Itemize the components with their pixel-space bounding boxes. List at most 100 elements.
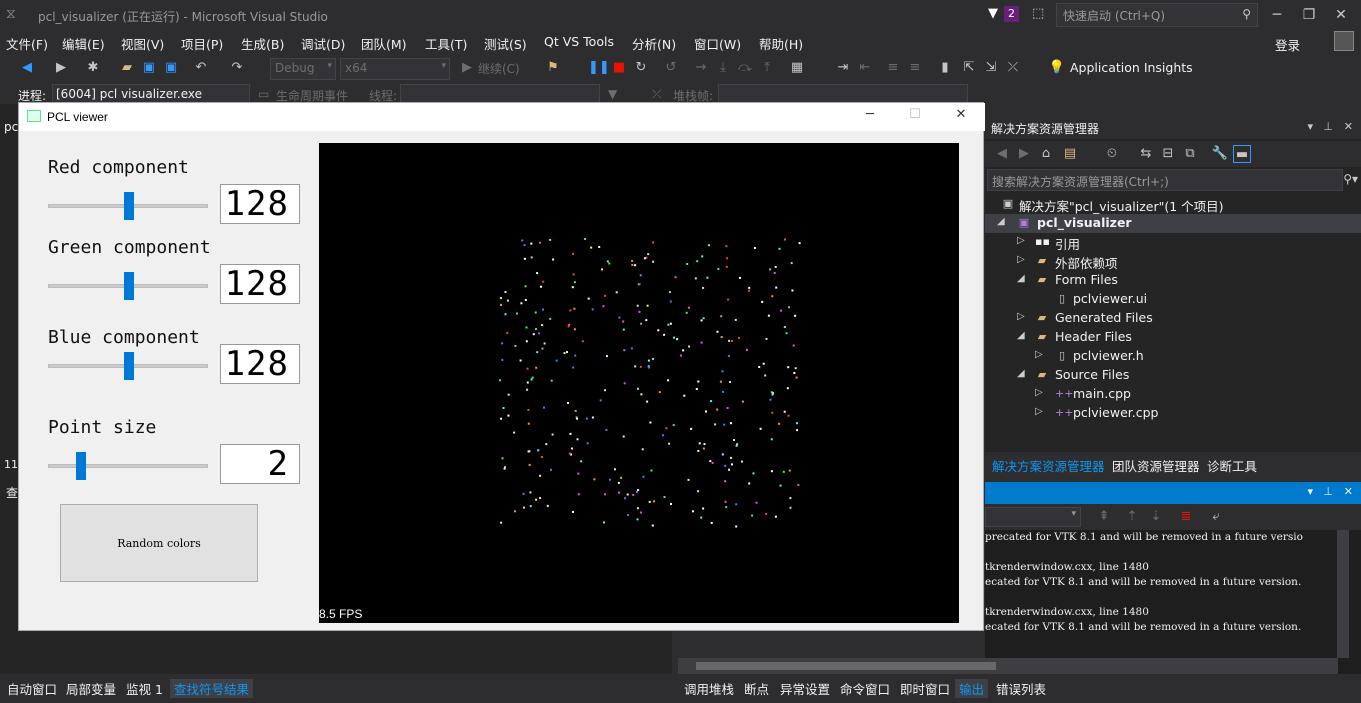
- close-button[interactable]: ✕: [946, 107, 976, 122]
- notification-badge[interactable]: 2: [1004, 6, 1019, 22]
- collapse-arrow-icon[interactable]: ◢: [1017, 368, 1025, 379]
- menu-debug[interactable]: 调试(D): [301, 34, 345, 53]
- tree-item-generated-files[interactable]: ▷ ▰ Generated Files: [985, 309, 1361, 328]
- clear-bookmarks-icon[interactable]: ⤫: [1004, 59, 1022, 77]
- green-slider[interactable]: [48, 272, 208, 300]
- menu-file[interactable]: 文件(F): [6, 34, 48, 53]
- menu-help[interactable]: 帮助(H): [759, 34, 803, 53]
- bookmark-icon[interactable]: ▮: [936, 59, 954, 77]
- step-over-icon[interactable]: ⤼: [736, 59, 754, 77]
- menu-project[interactable]: 项目(P): [181, 34, 223, 53]
- tab-locals[interactable]: 局部变量: [66, 679, 116, 698]
- expand-arrow-icon[interactable]: ▷: [1035, 349, 1043, 360]
- sync-icon[interactable]: ⇆: [1137, 145, 1155, 163]
- scrollbar-thumb[interactable]: [696, 662, 996, 670]
- dropdown-icon[interactable]: ▾: [1307, 120, 1313, 133]
- save-all-icon[interactable]: ▣: [162, 59, 180, 77]
- slider-handle[interactable]: [76, 452, 86, 480]
- minimize-button[interactable]: ─: [1262, 4, 1292, 26]
- hex-display-icon[interactable]: ▦: [788, 59, 806, 77]
- platform-select[interactable]: x64 ▾: [340, 58, 450, 80]
- tab-error-list[interactable]: 错误列表: [996, 679, 1046, 698]
- minimize-button[interactable]: ─: [855, 107, 885, 122]
- tree-item-header-files[interactable]: ◢ ▰ Header Files: [985, 328, 1361, 347]
- expand-arrow-icon[interactable]: ▷: [1017, 254, 1025, 265]
- menu-edit[interactable]: 编辑(E): [62, 34, 105, 53]
- menu-tools[interactable]: 工具(T): [425, 34, 467, 53]
- tab-command-window[interactable]: 命令窗口: [840, 679, 890, 698]
- close-button[interactable]: ✕: [1326, 4, 1356, 26]
- slider-handle[interactable]: [124, 192, 134, 220]
- quick-launch-input[interactable]: 快速启动 (Ctrl+Q) ⚲: [1056, 3, 1258, 27]
- red-slider[interactable]: [48, 192, 208, 220]
- tab-autos[interactable]: 自动窗口: [7, 679, 57, 698]
- tree-item-main-cpp[interactable]: ▷ ++ main.cpp: [985, 385, 1361, 404]
- random-colors-button[interactable]: Random colors: [60, 504, 258, 582]
- output-source-select[interactable]: ▾: [985, 507, 1081, 527]
- filter-icon[interactable]: ▼: [988, 6, 998, 21]
- process-select[interactable]: [6004] pcl visualizer.exe: [52, 84, 250, 104]
- config-select[interactable]: Debug ▾: [270, 58, 336, 80]
- restart-icon[interactable]: ↻: [632, 59, 650, 77]
- close-icon[interactable]: ✕: [1344, 485, 1353, 498]
- back-icon[interactable]: ◀: [18, 59, 36, 77]
- new-project-icon[interactable]: ✱: [84, 59, 102, 77]
- thread-select[interactable]: [400, 84, 600, 104]
- avatar[interactable]: [1334, 31, 1354, 51]
- filter-threads-icon[interactable]: ▼: [608, 87, 617, 101]
- blue-slider[interactable]: [48, 352, 208, 380]
- app-insights-button[interactable]: Application Insights: [1070, 60, 1193, 75]
- tab-solution-explorer[interactable]: 解决方案资源管理器: [992, 456, 1105, 475]
- menu-test[interactable]: 测试(S): [484, 34, 527, 53]
- tree-item-references[interactable]: ▷ ▪▪ 引用: [985, 233, 1361, 252]
- tab-watch-1[interactable]: 监视 1: [126, 679, 163, 698]
- find-message-icon[interactable]: ⇞: [1095, 508, 1113, 526]
- properties-icon[interactable]: 🔧: [1211, 145, 1229, 163]
- prev-bookmark-icon[interactable]: ⇱: [960, 59, 978, 77]
- comment-icon[interactable]: ≡: [884, 59, 902, 77]
- menu-qt-vs-tools[interactable]: Qt VS Tools: [544, 34, 614, 49]
- redo-icon[interactable]: ↷: [228, 59, 246, 77]
- menu-team[interactable]: 团队(M): [361, 34, 407, 53]
- next-message-icon[interactable]: ⇣: [1147, 508, 1165, 526]
- tree-item-form-files[interactable]: ◢ ▰ Form Files: [985, 271, 1361, 290]
- stop-icon[interactable]: ■: [610, 59, 628, 77]
- output-horizontal-scrollbar[interactable]: [678, 658, 1338, 674]
- tab-exception-settings[interactable]: 异常设置: [780, 679, 830, 698]
- outdent-icon[interactable]: ⇤: [856, 59, 874, 77]
- close-icon[interactable]: ✕: [1344, 120, 1353, 133]
- tree-item-pclviewer-cpp[interactable]: ▷ ++ pclviewer.cpp: [985, 404, 1361, 423]
- tree-item-source-files[interactable]: ◢ ▰ Source Files: [985, 366, 1361, 385]
- feedback-icon[interactable]: ⬚: [1032, 6, 1044, 21]
- step-into-icon[interactable]: ⤓: [714, 59, 732, 77]
- collapse-all-icon[interactable]: ⊟: [1159, 145, 1177, 163]
- tree-item-pclviewer-h[interactable]: ▷ ▯ pclviewer.h: [985, 347, 1361, 366]
- tab-breakpoints[interactable]: 断点: [744, 679, 769, 698]
- stack-frame-select[interactable]: [718, 84, 968, 104]
- uncomment-icon[interactable]: ≡: [906, 59, 924, 77]
- tree-item-external-deps[interactable]: ▷ ▰ 外部依赖项: [985, 252, 1361, 271]
- output-vertical-scrollbar[interactable]: [1337, 530, 1349, 658]
- tab-diagnostic-tools[interactable]: 诊断工具: [1207, 456, 1257, 475]
- point-cloud-canvas[interactable]: [319, 143, 959, 623]
- point-cloud-viewer[interactable]: [319, 143, 959, 623]
- forward-icon[interactable]: ▶: [52, 59, 70, 77]
- preview-icon[interactable]: ▬: [1233, 145, 1251, 163]
- continue-icon[interactable]: ▶: [458, 59, 476, 77]
- prev-message-icon[interactable]: ⇡: [1123, 508, 1141, 526]
- expand-arrow-icon[interactable]: ▷: [1035, 387, 1043, 398]
- indent-icon[interactable]: ⇥: [834, 59, 852, 77]
- pin-icon[interactable]: ⊥: [1323, 485, 1333, 498]
- attach-icon[interactable]: ⚑: [544, 59, 562, 77]
- flag-threads-icon[interactable]: ⤫: [652, 87, 662, 102]
- pause-icon[interactable]: ❚❚: [588, 59, 610, 77]
- tab-output[interactable]: 输出: [955, 679, 989, 698]
- home-icon[interactable]: ⌂: [1037, 145, 1055, 163]
- menu-window[interactable]: 窗口(W): [694, 34, 741, 53]
- clear-all-icon[interactable]: ≣: [1177, 508, 1195, 526]
- pending-changes-icon[interactable]: ⏲: [1103, 145, 1121, 163]
- solution-search-input[interactable]: 搜索解决方案资源管理器(Ctrl+;) ⚲▾: [987, 169, 1358, 191]
- tree-item-solution[interactable]: ▣ 解决方案"pcl_visualizer"(1 个项目): [985, 195, 1361, 214]
- login-link[interactable]: 登录: [1275, 35, 1300, 54]
- point-size-slider[interactable]: [48, 452, 208, 480]
